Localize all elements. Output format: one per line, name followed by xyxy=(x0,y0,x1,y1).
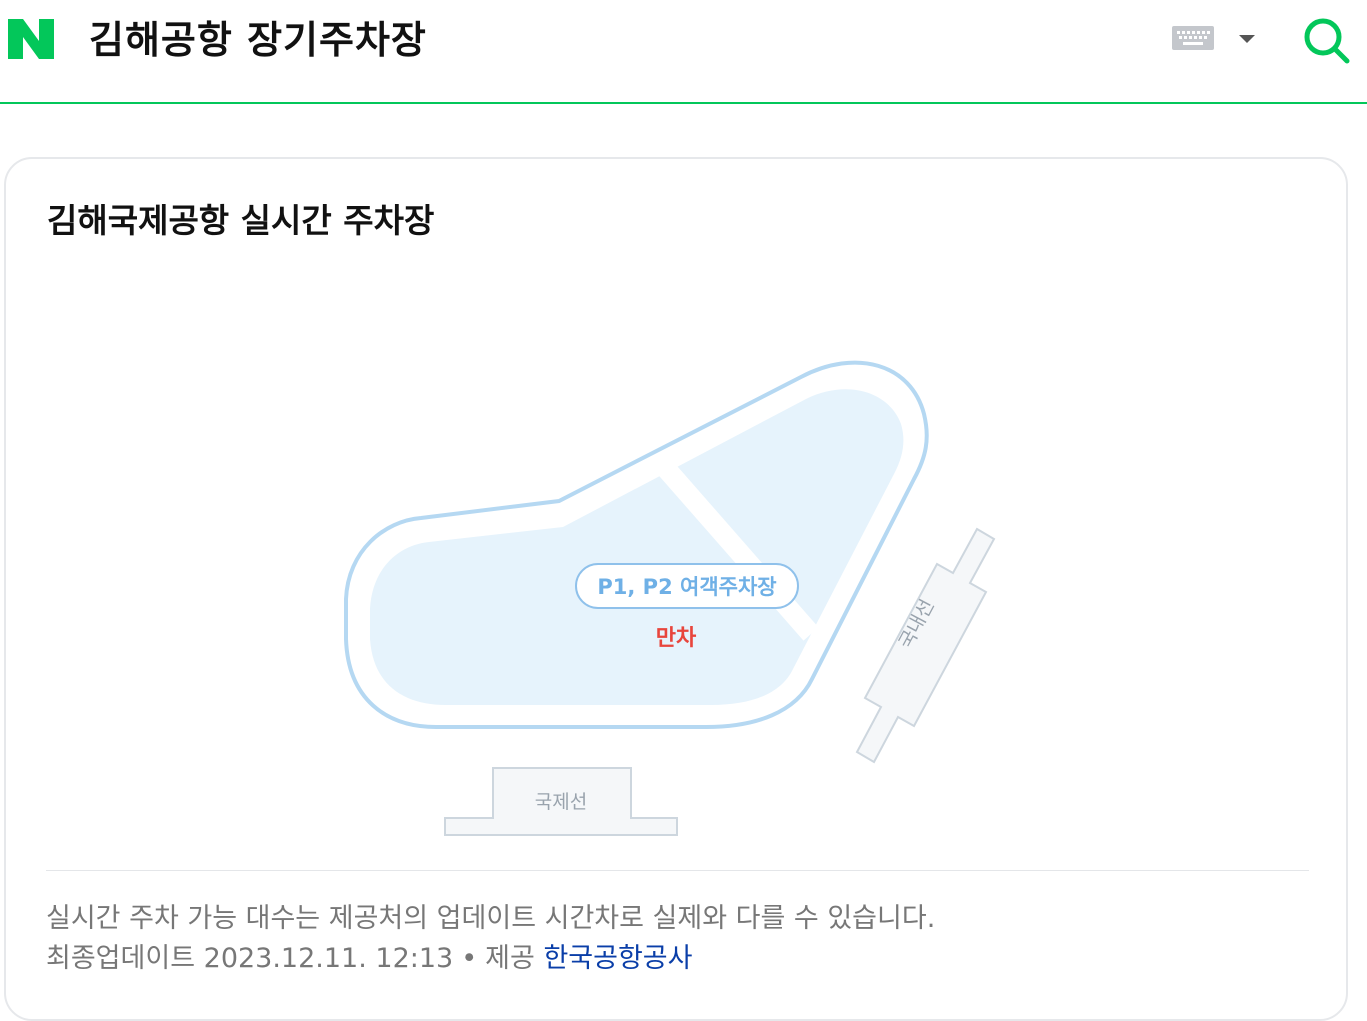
search-header: 김해공항 장기주차장 xyxy=(0,0,1367,104)
parking-map: 국내선 국제선 P1, P2 여객주차장 만차 xyxy=(344,360,996,836)
dropdown-arrow-icon[interactable] xyxy=(1237,33,1257,45)
search-icon[interactable] xyxy=(1302,16,1352,66)
card-divider xyxy=(46,870,1309,871)
lot-label: P1, P2 여객주차장 xyxy=(597,575,776,599)
update-info: 최종업데이트 2023.12.11. 12:13 • 제공 한국공항공사 xyxy=(46,941,692,977)
parking-card: 김해국제공항 실시간 주차장 국내선 국제선 P1, P2 여객주차장 만차 실… xyxy=(4,157,1348,1021)
realtime-notice: 실시간 주차 가능 대수는 제공처의 업데이트 시간차로 실제와 다를 수 있습… xyxy=(46,903,936,934)
provider-label: 제공 xyxy=(485,943,535,974)
update-label: 최종업데이트 xyxy=(46,943,196,974)
international-terminal-label: 국제선 xyxy=(535,791,587,813)
lot-status: 만차 xyxy=(656,626,697,651)
keyboard-icon[interactable] xyxy=(1172,26,1214,50)
domestic-terminal-building xyxy=(855,527,996,764)
search-query-text[interactable]: 김해공항 장기주차장 xyxy=(89,14,427,66)
provider-link[interactable]: 한국공항공사 xyxy=(543,943,692,974)
separator-dot: • xyxy=(461,943,478,974)
update-time: 2023.12.11. 12:13 xyxy=(203,943,454,974)
naver-logo[interactable] xyxy=(6,17,56,61)
